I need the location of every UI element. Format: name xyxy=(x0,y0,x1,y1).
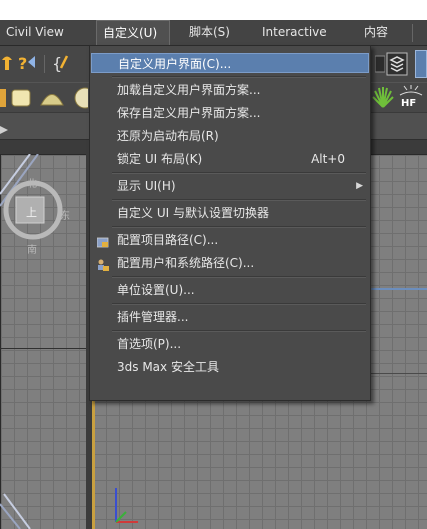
viewcube-north-label: 北 xyxy=(27,179,37,190)
render-setup-icon[interactable] xyxy=(374,54,386,77)
menu-item-label: 自定义 UI 与默认设置切换器 xyxy=(117,206,269,220)
menu-item-ui-defaults-switcher[interactable]: 自定义 UI 与默认设置切换器 xyxy=(91,203,369,223)
undo-icon[interactable] xyxy=(0,52,14,77)
menu-item-lock-ui-layout[interactable]: 锁定 UI 布局(K) Alt+0 xyxy=(91,149,369,169)
menu-item-label: 还原为启动布局(R) xyxy=(117,129,219,143)
menu-item-label: 3ds Max 安全工具 xyxy=(117,360,219,374)
menu-separator xyxy=(112,330,366,332)
menu-item-security-tools[interactable]: 3ds Max 安全工具 xyxy=(91,357,369,377)
active-tool-button[interactable] xyxy=(415,50,427,78)
menu-item-label: 配置用户和系统路径(C)... xyxy=(117,256,255,270)
svg-text:{: { xyxy=(52,54,62,73)
dome-primitive-icon[interactable] xyxy=(40,88,64,111)
menu-customize[interactable]: 自定义(U) xyxy=(96,20,170,45)
menu-interactive[interactable]: Interactive xyxy=(256,20,333,45)
menu-item-label: 首选项(P)... xyxy=(117,337,182,351)
menu-item-configure-system-paths[interactable]: 配置用户和系统路径(C)... xyxy=(91,253,369,273)
axis-tripod-icon xyxy=(115,488,138,523)
menu-scripting[interactable]: 脚本(S) xyxy=(183,20,236,45)
menubar-divider xyxy=(412,24,413,42)
menu-content[interactable]: 内容 xyxy=(358,20,394,45)
menu-item-label: 配置项目路径(C)... xyxy=(117,233,219,247)
selection-line xyxy=(370,288,427,290)
menu-item-label: 自定义用户界面(C)... xyxy=(118,57,232,71)
menu-item-save-ui-scheme[interactable]: 保存自定义用户界面方案... xyxy=(91,103,369,123)
viewcube-south-label: 南 xyxy=(27,245,37,256)
hair-fur-icon[interactable]: HF xyxy=(398,85,424,112)
menu-item-label: 加载自定义用户界面方案... xyxy=(117,83,261,97)
menu-item-preferences[interactable]: 首选项(P)... xyxy=(91,334,369,354)
viewcube-east-label: 东 xyxy=(60,211,70,222)
menu-item-customize-ui[interactable]: 自定义用户界面(C)... xyxy=(91,53,369,73)
menu-separator xyxy=(112,226,366,228)
menu-separator xyxy=(112,303,366,305)
menu-item-label: 单位设置(U)... xyxy=(117,283,195,297)
svg-text:HF: HF xyxy=(401,98,416,109)
help-query-icon[interactable]: ? xyxy=(16,52,38,77)
user-paths-icon xyxy=(97,257,109,271)
box-primitive-icon[interactable] xyxy=(10,88,32,111)
menu-item-plugin-manager[interactable]: 插件管理器... xyxy=(91,307,369,327)
menu-item-label: 插件管理器... xyxy=(117,310,189,324)
plant-icon[interactable] xyxy=(372,85,394,112)
menu-civil-view[interactable]: Civil View xyxy=(0,20,70,45)
menu-item-label: 锁定 UI 布局(K) xyxy=(117,152,203,166)
layers-icon[interactable] xyxy=(386,52,408,79)
menu-item-units-setup[interactable]: 单位设置(U)... xyxy=(91,280,369,300)
menu-item-revert-startup-layout[interactable]: 还原为启动布局(R) xyxy=(91,126,369,146)
menu-item-label: 显示 UI(H) xyxy=(117,179,176,193)
menu-separator xyxy=(112,199,366,201)
menu-item-configure-project-paths[interactable]: 配置项目路径(C)... xyxy=(91,230,369,250)
menu-item-label: 保存自定义用户界面方案... xyxy=(117,106,261,120)
project-folder-icon xyxy=(96,234,109,248)
sphere-primitive-icon[interactable] xyxy=(74,87,96,112)
viewport-active-border xyxy=(92,382,95,529)
customize-menu-dropdown: 自定义用户界面(C)... 加载自定义用户界面方案... 保存自定义用户界面方案… xyxy=(89,45,371,401)
menu-separator xyxy=(112,76,366,78)
menu-item-load-ui-scheme[interactable]: 加载自定义用户界面方案... xyxy=(91,80,369,100)
menu-separator xyxy=(112,276,366,278)
svg-text:?: ? xyxy=(18,54,27,73)
menu-item-show-ui[interactable]: 显示 UI(H) ▶ xyxy=(91,176,369,196)
ribbon-scroll-arrow-icon[interactable] xyxy=(0,123,10,137)
curly-brace-icon[interactable]: { xyxy=(52,52,74,77)
toolbar-divider xyxy=(44,55,45,73)
slider-handle-icon[interactable] xyxy=(0,89,6,110)
menu-item-shortcut: Alt+0 xyxy=(311,152,345,166)
menu-separator xyxy=(112,172,366,174)
app-window: Civil View 自定义(U) 脚本(S) Interactive 内容 ?… xyxy=(0,20,427,529)
menu-bar: Civil View 自定义(U) 脚本(S) Interactive 内容 xyxy=(0,20,427,46)
submenu-arrow-icon: ▶ xyxy=(356,181,363,191)
viewcube-top-face: 上 xyxy=(26,206,37,219)
